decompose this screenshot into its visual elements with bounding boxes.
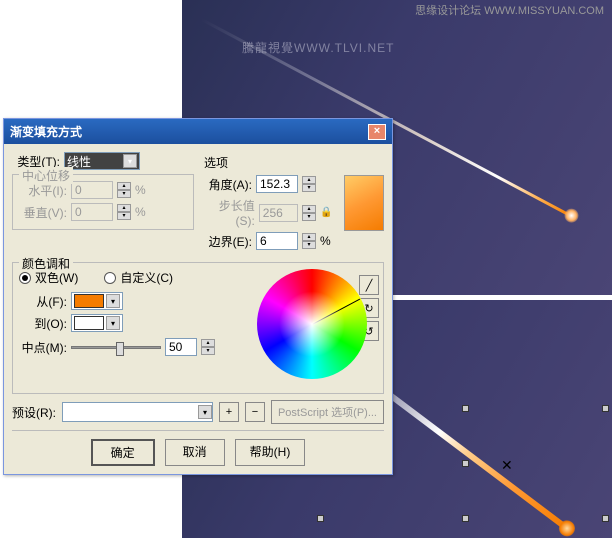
edge-label: 边界(E):	[204, 233, 252, 250]
type-combo[interactable]: 线性 ▾	[64, 152, 140, 170]
midpoint-slider[interactable]	[71, 346, 161, 349]
step-label: 步长值(S):	[204, 197, 255, 228]
options-group: 选项 角度(A): 152.3 ▴▾ 步长值(S): 256 ▴▾	[204, 152, 384, 256]
spin-up-icon: ▴	[117, 204, 131, 212]
spin-up-icon[interactable]: ▴	[201, 339, 215, 347]
chevron-down-icon[interactable]: ▾	[123, 154, 137, 168]
two-color-radio[interactable]	[19, 272, 31, 284]
color-wheel[interactable]	[257, 269, 367, 379]
ok-button[interactable]: 确定	[91, 439, 155, 466]
from-color-picker[interactable]: ▾	[71, 292, 123, 310]
chevron-down-icon[interactable]: ▾	[106, 294, 120, 308]
horizontal-input: 0	[71, 181, 113, 199]
spin-down-icon[interactable]: ▾	[302, 184, 316, 192]
brand-en: WWW.TLVI.NET	[294, 41, 394, 55]
spin-down-icon: ▾	[117, 190, 131, 198]
midpoint-label: 中点(M):	[19, 339, 67, 356]
color-blend-legend: 颜色调和	[19, 255, 73, 272]
close-button[interactable]: ×	[368, 124, 386, 140]
preset-combo[interactable]: ▾	[62, 402, 213, 422]
type-value: 线性	[67, 153, 121, 170]
selection-handle[interactable]	[462, 460, 469, 467]
spin-up-icon[interactable]: ▴	[302, 176, 316, 184]
selection-handle[interactable]	[602, 515, 609, 522]
from-color-swatch	[74, 294, 104, 308]
center-offset-group: 中心位移 水平(I): 0 ▴▾ % 垂直(V): 0 ▴▾ %	[12, 174, 194, 230]
direct-blend-icon[interactable]: ╱	[359, 275, 379, 295]
angle-input[interactable]: 152.3	[256, 175, 298, 193]
preset-remove-button[interactable]: −	[245, 402, 265, 422]
chevron-down-icon[interactable]: ▾	[106, 316, 120, 330]
dialog-titlebar[interactable]: 渐变填充方式 ×	[4, 119, 392, 144]
selection-handle[interactable]	[602, 405, 609, 412]
spin-down-icon[interactable]: ▾	[201, 347, 215, 355]
slider-thumb[interactable]	[116, 342, 124, 356]
lock-icon[interactable]: 🔒	[320, 207, 332, 218]
spin-down-icon: ▾	[302, 213, 316, 221]
preset-add-button[interactable]: +	[219, 402, 239, 422]
to-color-swatch	[74, 316, 104, 330]
spin-up-icon[interactable]: ▴	[302, 233, 316, 241]
selection-handle[interactable]	[462, 515, 469, 522]
percent-label: %	[135, 183, 146, 197]
midpoint-input[interactable]: 50	[165, 338, 197, 356]
options-legend: 选项	[204, 154, 384, 171]
selection-handle[interactable]	[317, 515, 324, 522]
spin-down-icon[interactable]: ▾	[302, 241, 316, 249]
color-blend-group: 颜色调和 双色(W) 自定义(C) 从(F): ▾	[12, 262, 384, 394]
horizontal-label: 水平(I):	[19, 182, 67, 199]
gradient-preview-swatch	[344, 175, 384, 231]
dialog-button-row: 确定 取消 帮助(H)	[12, 430, 384, 466]
edge-input[interactable]: 6	[256, 232, 298, 250]
gradient-fill-dialog: 渐变填充方式 × 类型(T): 线性 ▾ 中心位移 水平(I): 0 ▴▾	[3, 118, 393, 475]
to-label: 到(O):	[19, 315, 67, 332]
percent-label: %	[320, 234, 331, 248]
cancel-button[interactable]: 取消	[165, 439, 225, 466]
step-input: 256	[259, 204, 298, 222]
wheel-angle-line	[312, 299, 360, 325]
to-color-picker[interactable]: ▾	[71, 314, 123, 332]
custom-label[interactable]: 自定义(C)	[120, 269, 173, 286]
chevron-down-icon[interactable]: ▾	[198, 405, 212, 419]
spin-down-icon: ▾	[117, 212, 131, 220]
custom-radio[interactable]	[104, 272, 116, 284]
dialog-title: 渐变填充方式	[10, 123, 82, 140]
percent-label: %	[135, 205, 146, 219]
vertical-input: 0	[71, 203, 113, 221]
color-wheel-area: ╱ ↻ ↺	[257, 269, 377, 389]
selection-handle[interactable]	[462, 405, 469, 412]
postscript-options-button: PostScript 选项(P)...	[271, 400, 384, 424]
angle-label: 角度(A):	[204, 176, 252, 193]
spin-up-icon: ▴	[302, 205, 316, 213]
spin-up-icon: ▴	[117, 182, 131, 190]
from-label: 从(F):	[19, 293, 67, 310]
help-button[interactable]: 帮助(H)	[235, 439, 306, 466]
preset-label: 预设(R):	[12, 404, 56, 421]
watermark-source: 思缘设计论坛 WWW.MISSYUAN.COM	[415, 2, 604, 18]
center-offset-legend: 中心位移	[19, 167, 73, 184]
center-marker[interactable]: ✕	[501, 457, 513, 474]
dialog-body: 类型(T): 线性 ▾ 中心位移 水平(I): 0 ▴▾ % 垂直	[4, 144, 392, 474]
vertical-label: 垂直(V):	[19, 204, 67, 221]
